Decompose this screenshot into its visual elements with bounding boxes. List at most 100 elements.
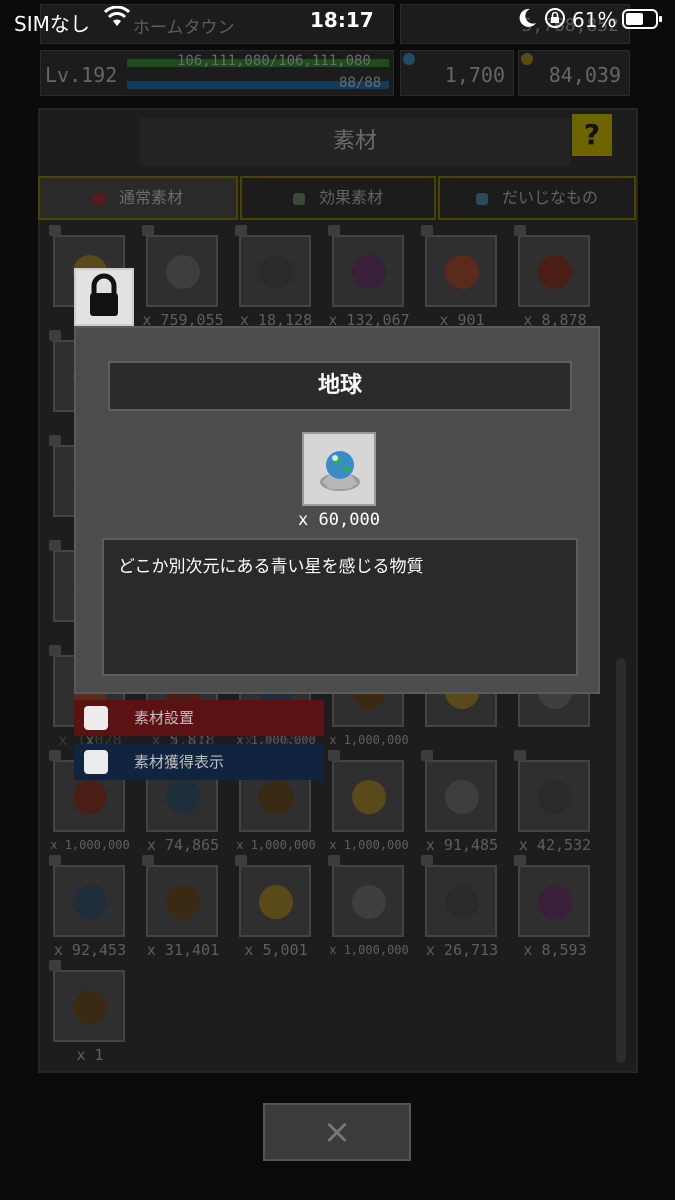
checkbox[interactable] xyxy=(84,706,108,730)
material-icon xyxy=(538,780,572,814)
material-icon xyxy=(259,885,293,919)
coins-box: 84,039 xyxy=(518,50,630,96)
material-icon xyxy=(352,255,386,289)
material-icon xyxy=(73,990,107,1024)
tab-normal-materials[interactable]: 通常素材 xyxy=(38,176,238,220)
material-icon xyxy=(166,780,200,814)
item-name: 地球 xyxy=(108,361,572,411)
moon-icon xyxy=(518,7,538,34)
material-icon xyxy=(92,192,105,205)
earth-icon xyxy=(302,432,376,506)
material-count: x 42,532 xyxy=(518,836,592,854)
material-icon xyxy=(259,780,293,814)
material-slot[interactable] xyxy=(425,235,497,307)
material-icon xyxy=(259,255,293,289)
material-count: x 1 xyxy=(76,1046,104,1064)
tab-label: だいじなもの xyxy=(501,188,598,207)
battery-percent: 61% xyxy=(572,8,617,32)
tab-label: 効果素材 xyxy=(318,188,383,207)
lock-icon xyxy=(49,435,61,446)
lock-icon xyxy=(235,855,247,866)
material-slot[interactable] xyxy=(239,235,311,307)
lock-button[interactable] xyxy=(74,268,134,326)
lock-icon xyxy=(328,225,340,236)
level-label: Lv.192 xyxy=(45,63,118,87)
lock-icon xyxy=(421,225,433,236)
wifi-icon xyxy=(103,5,131,33)
material-icon xyxy=(445,885,479,919)
lock-icon xyxy=(514,225,526,236)
page-title: 素材 xyxy=(140,118,570,166)
potion-icon xyxy=(292,192,305,205)
material-slot[interactable] xyxy=(425,760,497,832)
help-button[interactable]: ? xyxy=(572,114,612,156)
material-icon xyxy=(538,255,572,289)
lock-icon xyxy=(49,330,61,341)
item-detail-dialog: 地球 x 60,000 どこか別次元にある青い星を感じる物質 xyxy=(74,326,600,694)
material-icon xyxy=(445,255,479,289)
item-quantity: x 60,000 xyxy=(298,510,380,530)
material-slot[interactable] xyxy=(332,760,404,832)
lock-icon xyxy=(421,750,433,761)
status-bar: SIMなし 18:17 61% xyxy=(0,0,675,40)
material-slot[interactable] xyxy=(332,235,404,307)
close-button[interactable]: × xyxy=(263,1103,411,1161)
lock-icon xyxy=(49,225,61,236)
lock-icon xyxy=(49,540,61,551)
lock-icon xyxy=(90,273,118,316)
lock-icon xyxy=(49,960,61,971)
material-icon xyxy=(166,255,200,289)
material-icon xyxy=(73,780,107,814)
material-icon xyxy=(352,885,386,919)
checkbox[interactable] xyxy=(84,750,108,774)
material-slot[interactable] xyxy=(239,865,311,937)
battery-icon xyxy=(622,9,664,34)
material-slot[interactable] xyxy=(53,970,125,1042)
lock-icon xyxy=(328,750,340,761)
material-icon xyxy=(352,780,386,814)
toggle-label: 素材獲得表示 xyxy=(134,753,225,771)
lock-icon xyxy=(49,855,61,866)
lock-icon xyxy=(49,645,61,656)
level-box: Lv.192 106,111,080/106,111,080 88/88 xyxy=(40,50,394,96)
lock-icon xyxy=(421,855,433,866)
material-slot[interactable] xyxy=(146,235,218,307)
rotation-lock-icon xyxy=(544,7,566,34)
gem-icon xyxy=(403,53,415,65)
gems-value: 1,700 xyxy=(444,63,505,87)
material-count: x 8,593 xyxy=(523,941,587,959)
lock-icon xyxy=(49,750,61,761)
scrollbar[interactable] xyxy=(616,658,626,1063)
item-description: どこか別次元にある青い星を感じる物質 xyxy=(102,538,578,676)
tab-effect-materials[interactable]: 効果素材 xyxy=(240,176,436,220)
material-slot[interactable] xyxy=(425,865,497,937)
hp-text: 106,111,080/106,111,080 xyxy=(177,53,371,69)
coins-value: 84,039 xyxy=(548,63,621,87)
material-slot[interactable] xyxy=(53,865,125,937)
material-slot[interactable] xyxy=(518,760,590,832)
lock-icon xyxy=(328,855,340,866)
material-slot[interactable] xyxy=(518,235,590,307)
lock-icon xyxy=(142,855,154,866)
material-icon xyxy=(445,780,479,814)
gems-box: 1,700 xyxy=(400,50,514,96)
box-icon xyxy=(475,192,488,205)
material-slot[interactable] xyxy=(146,865,218,937)
toggle-label: 素材設置 xyxy=(134,709,195,727)
carrier-label: SIMなし xyxy=(14,12,90,36)
lock-icon xyxy=(514,750,526,761)
lock-icon xyxy=(142,225,154,236)
coin-icon xyxy=(521,53,533,65)
toggle-material-place[interactable]: 素材設置 xyxy=(74,700,324,736)
tab-key-items[interactable]: だいじなもの xyxy=(438,176,636,220)
material-icon xyxy=(73,885,107,919)
tab-label: 通常素材 xyxy=(118,188,183,207)
material-icon xyxy=(166,885,200,919)
lock-icon xyxy=(514,855,526,866)
mp-text: 88/88 xyxy=(339,75,382,91)
lock-icon xyxy=(235,225,247,236)
toggle-acquire-display[interactable]: 素材獲得表示 xyxy=(74,744,324,780)
material-icon xyxy=(538,885,572,919)
material-slot[interactable] xyxy=(518,865,590,937)
material-slot[interactable] xyxy=(332,865,404,937)
